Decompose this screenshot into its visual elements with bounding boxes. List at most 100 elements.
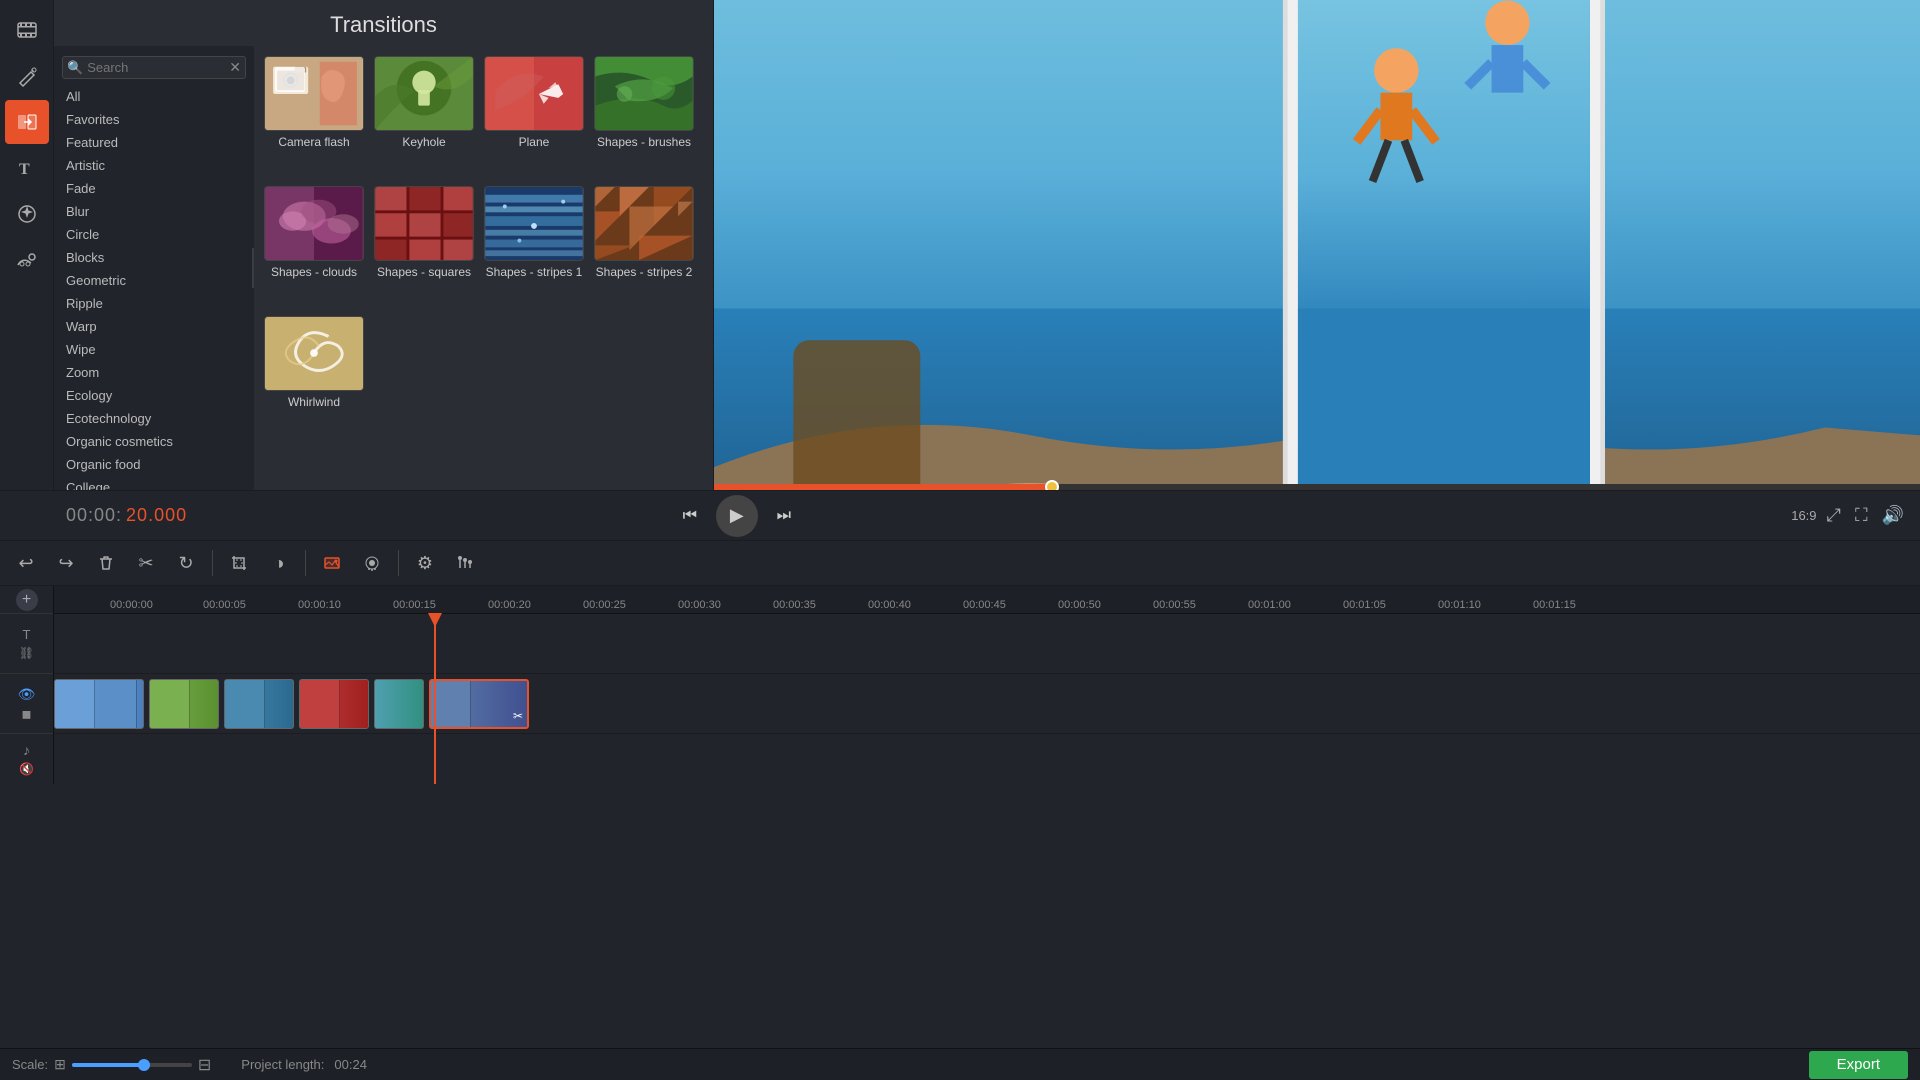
sidebar-icon-text[interactable]: T	[5, 146, 49, 190]
category-item-geometric[interactable]: Geometric	[54, 269, 254, 292]
category-item-organic-cosmetics[interactable]: Organic cosmetics	[54, 430, 254, 453]
settings-button[interactable]: ⚙	[407, 545, 443, 581]
sidebar-icon-film[interactable]	[5, 8, 49, 52]
category-item-ecology[interactable]: Ecology	[54, 384, 254, 407]
scale-handle	[138, 1059, 150, 1071]
music-icon[interactable]: ♪	[23, 742, 30, 758]
clip-1[interactable]	[54, 679, 144, 729]
category-item-ripple[interactable]: Ripple	[54, 292, 254, 315]
export-button[interactable]: Export	[1809, 1051, 1908, 1079]
skip-back-button[interactable]: ⏮	[672, 498, 708, 534]
rotate-button[interactable]: ↻	[168, 545, 204, 581]
video-progress-thumb[interactable]	[1045, 480, 1059, 490]
search-input[interactable]	[87, 60, 229, 75]
transition-keyhole[interactable]: Keyhole	[374, 56, 474, 176]
transition-label-shapes-clouds: Shapes - clouds	[271, 265, 357, 281]
scale-max-icon: ⊟	[198, 1055, 211, 1075]
ruler-mark-50: 00:00:50	[1058, 599, 1153, 611]
transition-shapes-stripes2[interactable]: Shapes - stripes 2	[594, 186, 694, 306]
mute-icon[interactable]: 🔇	[19, 762, 34, 776]
ruler-marks: 00:00:00 00:00:05 00:00:10 00:00:15 00:0…	[108, 586, 1628, 613]
add-track-section: +	[0, 586, 53, 614]
ruler-mark-55: 00:00:55	[1153, 599, 1248, 611]
ruler-mark-0: 00:00:00	[108, 599, 203, 611]
transition-shapes-brushes[interactable]: Shapes - brushes	[594, 56, 694, 176]
transition-shapes-squares[interactable]: Shapes - squares	[374, 186, 474, 306]
time-display: 00:00: 20.000	[66, 505, 187, 526]
text-track	[54, 614, 1920, 674]
timeline-ruler[interactable]: 00:00:00 00:00:05 00:00:10 00:00:15 00:0…	[54, 586, 1920, 614]
category-item-wipe[interactable]: Wipe	[54, 338, 254, 361]
visibility-icon[interactable]: 👁	[18, 686, 36, 703]
clip-4[interactable]	[299, 679, 369, 729]
category-item-organic-food[interactable]: Organic food	[54, 453, 254, 476]
ruler-mark-10: 00:00:10	[298, 599, 393, 611]
undo-button[interactable]: ↩	[8, 545, 44, 581]
tracks-content: ✂	[54, 614, 1920, 784]
transition-camera-flash[interactable]: Camera flash	[264, 56, 364, 176]
ruler-mark-115: 00:01:15	[1533, 599, 1628, 611]
clip-5[interactable]	[374, 679, 424, 729]
lock-icon[interactable]: ◼	[22, 707, 32, 721]
ruler-mark-35: 00:00:35	[773, 599, 868, 611]
clip-6[interactable]: ✂	[429, 679, 529, 729]
delete-button[interactable]	[88, 545, 124, 581]
transition-shapes-stripes1[interactable]: Shapes - stripes 1	[484, 186, 584, 306]
video-track-icons: T ⛓	[0, 614, 53, 674]
image-button[interactable]	[314, 545, 350, 581]
video-track: ✂	[54, 674, 1920, 734]
ruler-mark-15: 00:00:15	[393, 599, 488, 611]
audio-button[interactable]	[354, 545, 390, 581]
clip-3[interactable]	[224, 679, 294, 729]
category-item-college[interactable]: College	[54, 476, 254, 490]
ruler-mark-20: 00:00:20	[488, 599, 583, 611]
sidebar-icon-magic[interactable]	[5, 54, 49, 98]
category-item-featured[interactable]: Featured	[54, 131, 254, 154]
clip-2[interactable]	[149, 679, 219, 729]
category-item-ecotechnology[interactable]: Ecotechnology	[54, 407, 254, 430]
play-button[interactable]: ▶	[716, 495, 758, 537]
transition-label-shapes-brushes: Shapes - brushes	[597, 135, 691, 151]
export-label: Export	[1837, 1056, 1880, 1073]
category-item-circle[interactable]: Circle	[54, 223, 254, 246]
category-item-artistic[interactable]: Artistic	[54, 154, 254, 177]
category-sidebar: 🔍 ✕ All Favorites Featured Artistic Fade…	[54, 46, 254, 490]
category-item-fade[interactable]: Fade	[54, 177, 254, 200]
redo-button[interactable]: ↪	[48, 545, 84, 581]
search-clear-button[interactable]: ✕	[229, 59, 241, 76]
add-track-button[interactable]: +	[16, 589, 38, 611]
equalizer-button[interactable]	[447, 545, 483, 581]
category-item-blur[interactable]: Blur	[54, 200, 254, 223]
video-preview	[714, 0, 1920, 490]
transition-label-camera-flash: Camera flash	[278, 135, 349, 151]
skip-forward-button[interactable]: ⏭	[766, 498, 802, 534]
fullscreen-button[interactable]: ⛶	[1851, 501, 1872, 530]
sidebar-icon-motion[interactable]	[5, 238, 49, 282]
transition-label-keyhole: Keyhole	[402, 135, 445, 151]
scale-control: Scale: ⊞ ⊟	[12, 1055, 211, 1075]
transition-whirlwind[interactable]: Whirlwind	[264, 316, 364, 436]
color-button[interactable]: ◑	[261, 545, 297, 581]
link-track-icon[interactable]: ⛓	[19, 646, 34, 660]
category-item-favorites[interactable]: Favorites	[54, 108, 254, 131]
clip-cut-icon: ✂	[513, 709, 523, 723]
sidebar-icon-transitions[interactable]	[5, 100, 49, 144]
category-item-blocks[interactable]: Blocks	[54, 246, 254, 269]
ruler-mark-40: 00:00:40	[868, 599, 963, 611]
scale-label: Scale:	[12, 1057, 48, 1072]
external-view-button[interactable]: ⤢	[1823, 501, 1845, 530]
transitions-panel: Transitions 🔍 ✕ All Favorites Featured A…	[54, 0, 714, 490]
volume-button[interactable]: 🔊	[1878, 501, 1908, 530]
scale-slider[interactable]	[72, 1063, 192, 1067]
sidebar-collapse-button[interactable]: ◀	[252, 248, 254, 288]
cut-button[interactable]: ✂	[128, 545, 164, 581]
crop-button[interactable]	[221, 545, 257, 581]
transition-shapes-clouds[interactable]: Shapes - clouds	[264, 186, 364, 306]
transition-plane[interactable]: Plane	[484, 56, 584, 176]
text-track-icon[interactable]: T	[23, 627, 31, 642]
category-item-all[interactable]: All	[54, 85, 254, 108]
category-item-warp[interactable]: Warp	[54, 315, 254, 338]
category-search-box: 🔍 ✕	[62, 56, 246, 79]
category-item-zoom[interactable]: Zoom	[54, 361, 254, 384]
sidebar-icon-effects[interactable]	[5, 192, 49, 236]
